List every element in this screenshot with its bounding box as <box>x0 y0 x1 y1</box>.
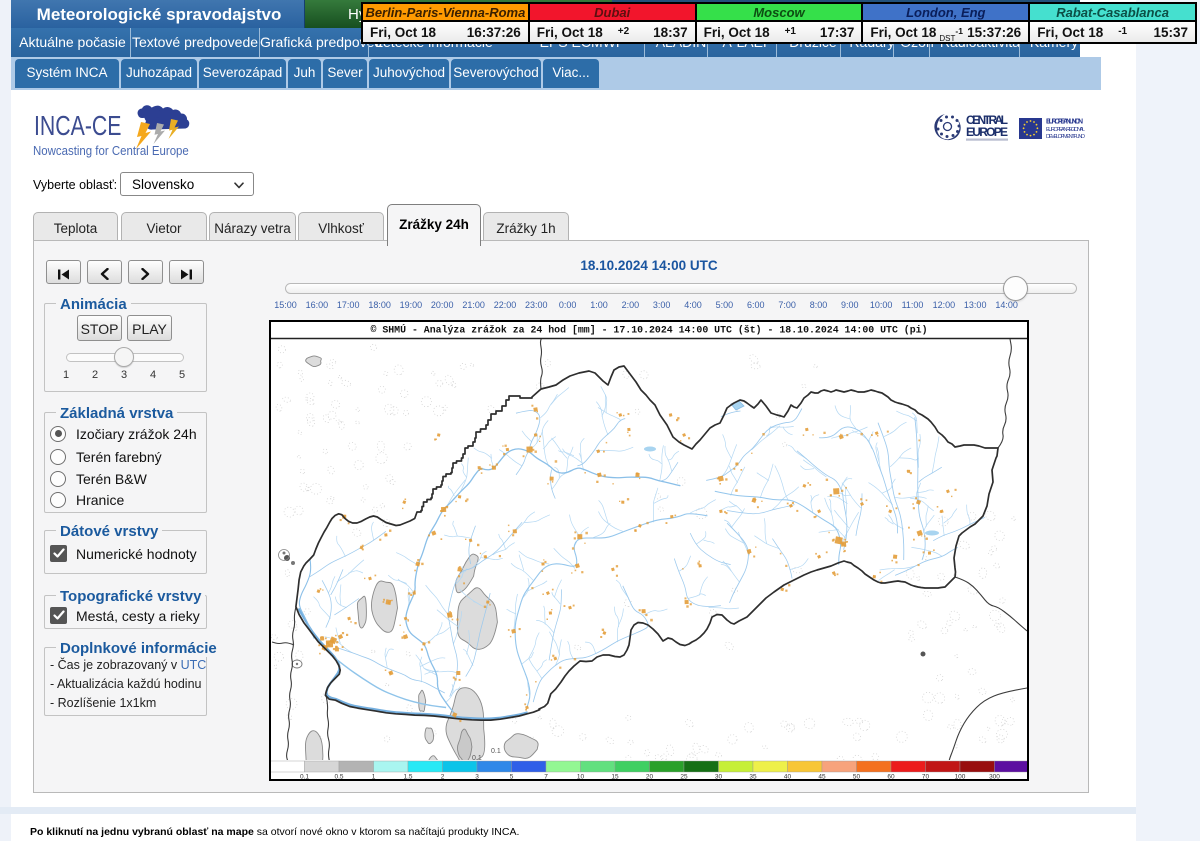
svg-text:0.1: 0.1 <box>491 748 501 755</box>
svg-text:DEVELOPMENT FUND: DEVELOPMENT FUND <box>1046 134 1085 140</box>
svg-text:EUROPEAN UNION: EUROPEAN UNION <box>1046 119 1083 126</box>
svg-text:EUROPE: EUROPE <box>966 125 1008 139</box>
svg-text:© SHMÚ - Analýza zrážok za 24: © SHMÚ - Analýza zrážok za 24 hod [mm] -… <box>370 325 927 336</box>
svg-text:EUROPEAN REGIONAL: EUROPEAN REGIONAL <box>1046 127 1085 133</box>
